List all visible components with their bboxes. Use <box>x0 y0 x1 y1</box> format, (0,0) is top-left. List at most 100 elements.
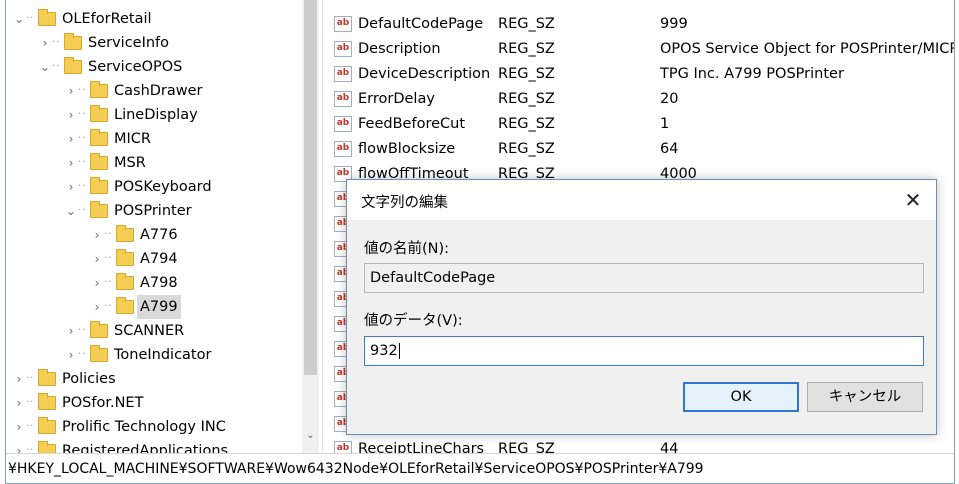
chevron-right-icon[interactable]: › <box>90 271 104 295</box>
folder-icon <box>38 393 56 410</box>
tree-item-label: CashDrawer <box>114 83 203 99</box>
folder-icon <box>38 369 56 386</box>
folder-icon <box>38 441 56 453</box>
value-data: 1 <box>660 116 670 132</box>
tree-connector: ·· <box>104 301 113 312</box>
value-data: 64 <box>660 141 679 157</box>
tree-item-label: A799 <box>137 295 181 319</box>
chevron-right-icon[interactable]: › <box>64 127 78 151</box>
value-data: 20 <box>660 91 679 107</box>
string-value-icon: ab <box>334 41 352 57</box>
value-name: FeedBeforeCut <box>358 116 466 132</box>
tree-connector: ·· <box>26 13 35 24</box>
close-icon[interactable]: ✕ <box>900 187 926 213</box>
dialog-titlebar[interactable]: 文字列の編集 ✕ <box>347 180 936 220</box>
string-value-icon: ab <box>334 91 352 107</box>
tree-connector: ·· <box>78 349 87 360</box>
tree-item-label: POSPrinter <box>114 203 192 219</box>
tree-connector: ·· <box>104 277 113 288</box>
tree-item-label: Prolific Technology INC <box>62 419 226 435</box>
chevron-down-icon[interactable]: ⌄ <box>38 55 52 79</box>
chevron-right-icon[interactable]: › <box>64 175 78 199</box>
value-name: ReceiptLineChars <box>358 441 485 453</box>
folder-icon <box>90 129 108 146</box>
tree-item-label: MICR <box>114 131 151 147</box>
folder-icon <box>90 81 108 98</box>
value-name: ErrorDelay <box>358 91 435 107</box>
tree-connector: ·· <box>78 157 87 168</box>
value-data: OPOS Service Object for POSPrinter/MICR/… <box>660 41 955 57</box>
folder-icon <box>116 273 134 290</box>
folder-icon <box>90 177 108 194</box>
chevron-right-icon[interactable]: › <box>64 79 78 103</box>
value-type: REG_SZ <box>498 116 555 132</box>
string-value-icon: ab <box>334 441 352 453</box>
tree-item-label: ToneIndicator <box>114 347 212 363</box>
tree-item-label: Policies <box>62 371 116 387</box>
chevron-right-icon[interactable]: › <box>90 247 104 271</box>
folder-icon <box>116 297 134 314</box>
ok-button[interactable]: OK <box>683 382 799 412</box>
tree-scrollbar-thumb[interactable] <box>304 0 317 375</box>
tree-item-label: LineDisplay <box>114 107 198 123</box>
value-type: REG_SZ <box>498 16 555 32</box>
cancel-button[interactable]: キャンセル <box>807 382 923 412</box>
folder-icon <box>116 225 134 242</box>
tree-item-label: SCANNER <box>114 323 185 339</box>
value-data: 44 <box>660 441 679 453</box>
value-data: TPG Inc. A799 POSPrinter <box>660 66 844 82</box>
chevron-down-icon[interactable]: ⌄ <box>64 199 78 223</box>
registry-editor-window: ⌄ ·· OLEforRetail › ·· ServiceInfo ⌄ ·· ServiceO… <box>5 0 955 484</box>
value-data-input[interactable]: 932 <box>364 336 924 366</box>
folder-icon <box>64 33 82 50</box>
tree-connector: ·· <box>26 373 35 384</box>
string-value-icon: ab <box>334 116 352 132</box>
scroll-down-icon[interactable]: ⌄ <box>302 430 319 441</box>
chevron-right-icon[interactable]: › <box>12 391 26 415</box>
tree-connector: ·· <box>26 397 35 408</box>
tree-item-label: POSKeyboard <box>114 179 212 195</box>
value-data: 999 <box>660 16 688 32</box>
tree-connector: ·· <box>78 205 87 216</box>
tree-item-label: A798 <box>140 275 178 291</box>
dialog-title: 文字列の編集 <box>361 195 448 211</box>
tree-item-label: A794 <box>140 251 178 267</box>
key-tree[interactable]: ⌄ ·· OLEforRetail › ·· ServiceInfo ⌄ ·· ServiceO… <box>6 0 322 453</box>
folder-icon <box>64 57 82 74</box>
tree-scrollbar[interactable]: ⌄ <box>302 0 319 453</box>
chevron-down-icon[interactable]: ⌄ <box>12 7 26 31</box>
chevron-right-icon[interactable]: › <box>38 31 52 55</box>
folder-icon <box>90 201 108 218</box>
chevron-right-icon[interactable]: › <box>12 439 26 453</box>
tree-connector: ·· <box>104 253 113 264</box>
chevron-right-icon[interactable]: › <box>64 103 78 127</box>
value-type: REG_SZ <box>498 141 555 157</box>
value-data-label: 値のデータ(V): <box>364 313 463 329</box>
tree-item-label: RegisteredApplications <box>62 443 229 453</box>
string-value-icon: ab <box>334 66 352 82</box>
value-name: flowBlocksize <box>358 141 456 157</box>
tree-connector: ·· <box>52 61 61 72</box>
tree-connector: ·· <box>78 181 87 192</box>
chevron-right-icon[interactable]: › <box>12 367 26 391</box>
string-value-icon: ab <box>334 141 352 157</box>
text-caret <box>398 343 400 359</box>
edit-string-dialog: 文字列の編集 ✕ 値の名前(N): DefaultCodePage 値のデータ(… <box>346 179 937 435</box>
folder-icon <box>116 249 134 266</box>
chevron-right-icon[interactable]: › <box>64 343 78 367</box>
folder-icon <box>90 321 108 338</box>
chevron-right-icon[interactable]: › <box>12 415 26 439</box>
tree-connector: ·· <box>104 229 113 240</box>
tree-connector: ·· <box>52 37 61 48</box>
value-name: DeviceDescription <box>358 66 491 82</box>
value-type: REG_SZ <box>498 91 555 107</box>
value-name-field: DefaultCodePage <box>364 263 924 293</box>
tree-item-label: ServiceOPOS <box>88 59 183 75</box>
chevron-right-icon[interactable]: › <box>90 223 104 247</box>
chevron-right-icon[interactable]: › <box>90 295 104 319</box>
tree-item-label: ServiceInfo <box>88 35 170 51</box>
chevron-right-icon[interactable]: › <box>64 319 78 343</box>
value-type: REG_SZ <box>498 441 555 453</box>
chevron-right-icon[interactable]: › <box>64 151 78 175</box>
value-name-label: 値の名前(N): <box>364 241 450 257</box>
